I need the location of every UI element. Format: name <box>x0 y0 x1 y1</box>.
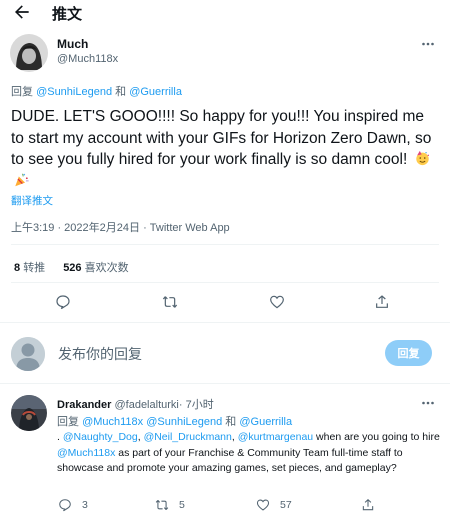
tweet-timestamp[interactable]: 上午3:19 · 2022年2月24日 · Twitter Web App <box>11 219 230 235</box>
tweet-text: DUDE. LET'S GOOO!!!! So happy for you!!!… <box>11 106 441 192</box>
like-icon[interactable] <box>269 294 285 310</box>
divider <box>0 383 450 384</box>
back-arrow-icon[interactable] <box>12 2 32 22</box>
reply-like-action[interactable]: 57 <box>256 498 292 512</box>
party-popper-emoji-icon <box>15 173 29 186</box>
replying-to: 回复 @SunhiLegend 和 @Guerrilla <box>11 86 182 98</box>
partying-face-emoji-icon <box>415 150 429 166</box>
divider <box>11 282 439 283</box>
retweet-icon[interactable] <box>155 498 169 512</box>
like-count[interactable]: 526 <box>63 262 81 274</box>
author-handle[interactable]: @Much118x <box>57 53 118 65</box>
retweet-count: 5 <box>179 499 185 511</box>
mention-link[interactable]: @Neil_Druckmann <box>144 431 232 443</box>
like-label[interactable]: 喜欢次数 <box>85 262 129 274</box>
reply-reply-action[interactable]: 3 <box>58 498 88 512</box>
reply-text: . @Naughty_Dog, @Neil_Druckmann, @kurtma… <box>57 431 440 474</box>
tweet-stats: 8 转推 526 喜欢次数 <box>14 259 129 275</box>
reply-button[interactable]: 回复 <box>385 340 432 366</box>
divider <box>11 244 439 245</box>
share-icon[interactable] <box>374 294 390 310</box>
reply-icon[interactable] <box>58 498 72 512</box>
reply-timestamp[interactable]: · 7小时 <box>179 399 214 411</box>
retweet-count[interactable]: 8 <box>14 262 20 274</box>
mention-link[interactable]: @Naughty_Dog <box>63 431 138 443</box>
reply-share-action[interactable] <box>361 498 385 512</box>
mention-link[interactable]: @Much118x <box>57 447 115 459</box>
avatar[interactable] <box>11 337 45 371</box>
reply-input[interactable]: 发布你的回复 <box>58 344 142 364</box>
like-icon[interactable] <box>256 498 270 512</box>
reply-retweet-action[interactable]: 5 <box>155 498 185 512</box>
translate-link[interactable]: 翻译推文 <box>11 193 53 208</box>
mention-link[interactable]: @Guerrilla <box>239 416 292 428</box>
more-icon[interactable] <box>421 37 435 51</box>
avatar[interactable] <box>11 395 47 431</box>
reply-icon[interactable] <box>55 294 71 310</box>
divider <box>0 322 450 323</box>
like-count: 57 <box>280 499 292 511</box>
mention-link[interactable]: @kurtmargenau <box>238 431 313 443</box>
more-icon[interactable] <box>421 396 435 410</box>
mention-link[interactable]: @SunhiLegend <box>146 416 222 428</box>
page-title: 推文 <box>52 6 83 23</box>
reply-header: Drakander @fadelalturki· 7小时 <box>57 396 214 412</box>
retweet-icon[interactable] <box>162 294 178 310</box>
replying-to: 回复 @Much118x @SunhiLegend 和 @Guerrilla <box>57 416 293 428</box>
mention-link[interactable]: @SunhiLegend <box>36 86 112 98</box>
top-bar: 推文 <box>0 0 450 26</box>
reply-count: 3 <box>82 499 88 511</box>
share-icon[interactable] <box>361 498 375 512</box>
mention-link[interactable]: @Guerrilla <box>129 86 182 98</box>
reply-author-name[interactable]: Drakander <box>57 399 111 411</box>
retweet-label[interactable]: 转推 <box>23 262 45 274</box>
reply-author-handle[interactable]: @fadelalturki <box>114 399 178 411</box>
mention-link[interactable]: @Much118x <box>82 416 143 428</box>
avatar[interactable] <box>10 34 48 72</box>
author-name[interactable]: Much <box>57 37 88 51</box>
